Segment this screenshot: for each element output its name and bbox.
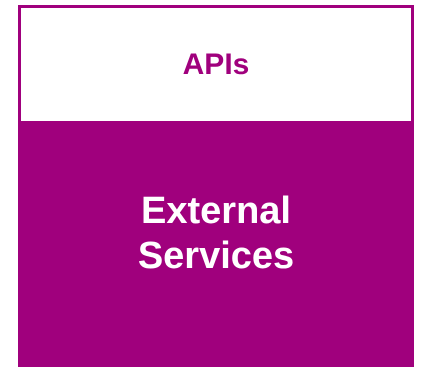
component-title-line-2: Services: [137, 234, 295, 277]
component-header: APIs: [21, 8, 411, 121]
apis-label: APIs: [182, 47, 250, 81]
component-title-line-1: External: [141, 189, 291, 232]
external-services-component: APIs External Services: [18, 5, 414, 367]
component-body: External Services: [21, 121, 411, 364]
component-title: External Services: [138, 189, 294, 279]
